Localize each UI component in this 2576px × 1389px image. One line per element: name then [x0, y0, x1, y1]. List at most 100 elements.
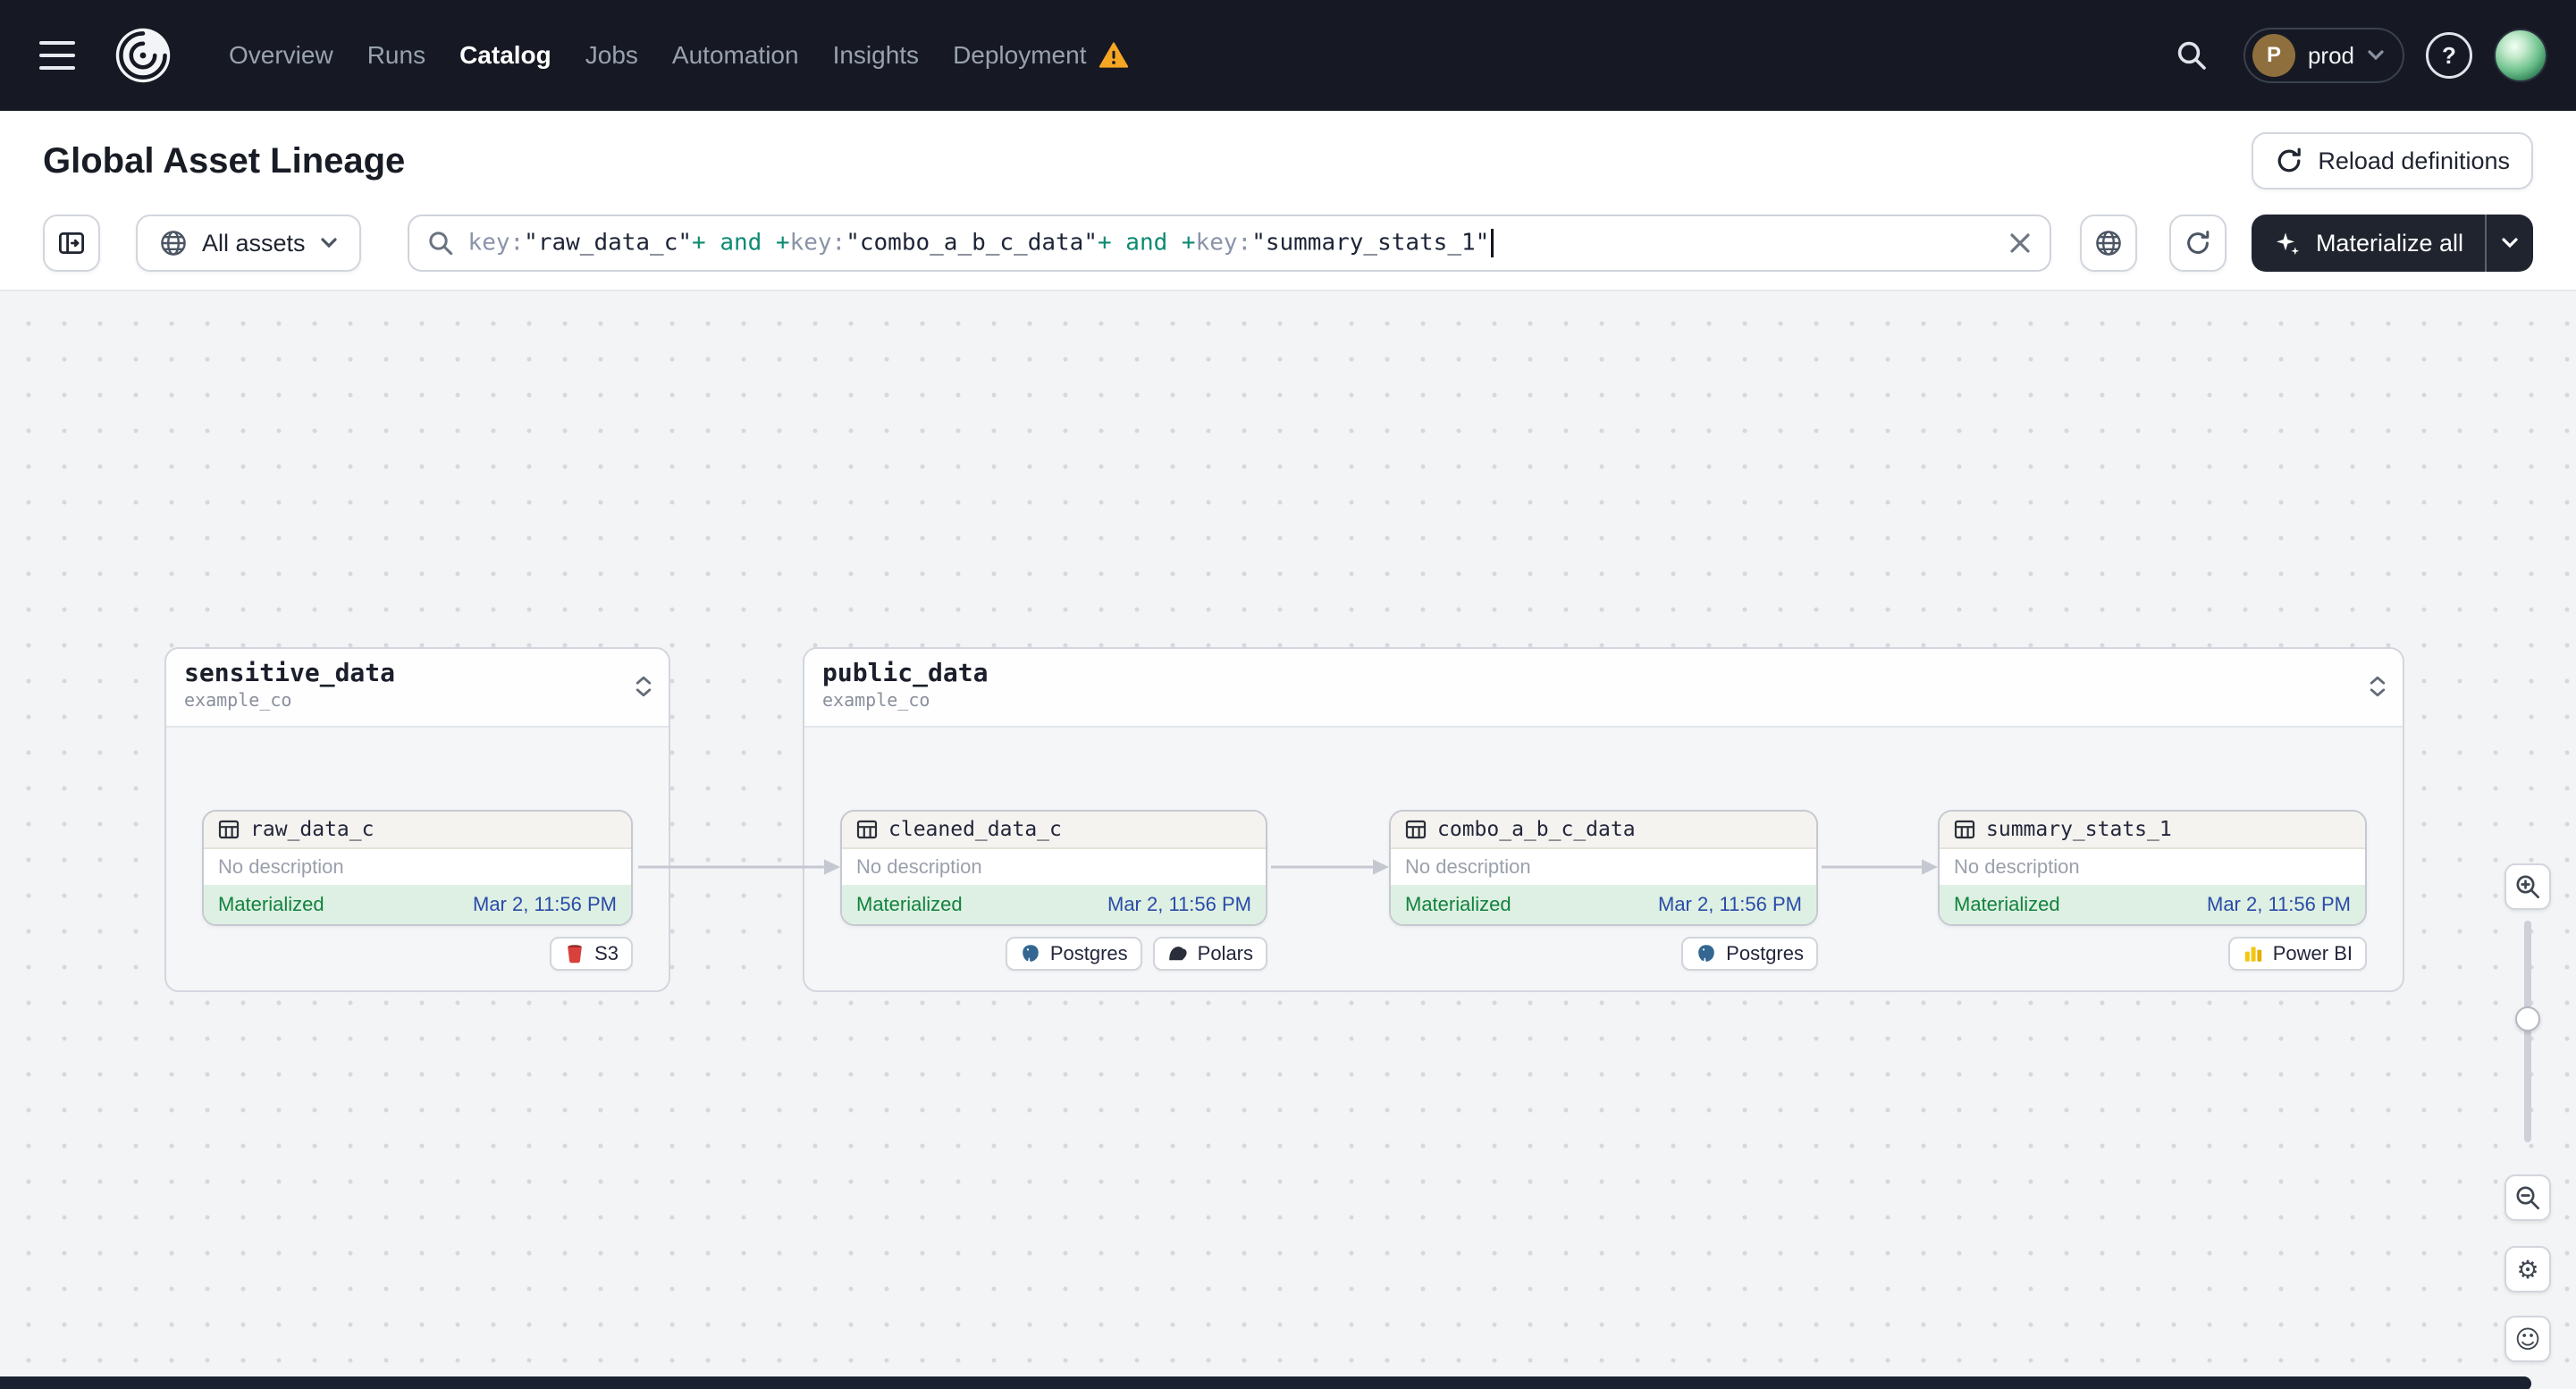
chevron-down-icon — [320, 238, 337, 248]
top-nav: Overview Runs Catalog Jobs Automation In… — [0, 0, 2576, 111]
kind-tag-polars[interactable]: Polars — [1152, 937, 1267, 971]
asset-name: raw_data_c — [250, 818, 375, 841]
table-icon — [1954, 820, 1975, 839]
lineage-canvas[interactable]: sensitive_data example_co public_data ex… — [0, 290, 2576, 1389]
nav-item-deployment[interactable]: Deployment — [953, 41, 1129, 70]
help-icon[interactable]: ? — [2426, 32, 2472, 79]
page-title: Global Asset Lineage — [43, 140, 406, 181]
menu-icon[interactable] — [29, 25, 89, 86]
group-title: sensitive_data — [184, 658, 396, 687]
chevron-down-icon — [2368, 50, 2384, 61]
zoom-in-button[interactable] — [2504, 863, 2551, 910]
nav-item-runs[interactable]: Runs — [367, 41, 425, 70]
table-icon — [218, 820, 240, 839]
zoom-in-icon — [2516, 875, 2539, 898]
zoom-slider-handle[interactable] — [2515, 1006, 2540, 1031]
status-badge: Materialized — [856, 893, 963, 915]
asset-selection-input[interactable]: key:"raw_data_c"+ and +key:"combo_a_b_c_… — [407, 215, 2051, 272]
group-title: public_data — [822, 658, 989, 687]
zoom-out-icon — [2516, 1186, 2539, 1209]
asset-tags: Power BI — [1938, 937, 2367, 971]
smiley-icon: ☺ — [2514, 1324, 2541, 1354]
asset-name: cleaned_data_c — [888, 818, 1062, 841]
kind-tag-s3[interactable]: S3 — [550, 937, 633, 971]
polars-icon — [1168, 947, 1187, 961]
graph-view-options-button[interactable] — [2079, 215, 2137, 272]
materialization-timestamp[interactable]: Mar 2, 11:56 PM — [1658, 893, 1802, 916]
open-panel-button[interactable] — [43, 215, 100, 272]
refresh-button[interactable] — [2168, 215, 2227, 272]
zoom-out-button[interactable] — [2504, 1174, 2551, 1221]
s3-icon — [568, 945, 582, 964]
deployment-name: prod — [2307, 41, 2354, 69]
gear-icon: ⚙ — [2516, 1254, 2539, 1284]
deployment-avatar: P — [2252, 34, 2295, 77]
materialization-timestamp[interactable]: Mar 2, 11:56 PM — [1107, 893, 1251, 916]
sidebar-toggle-icon — [59, 232, 85, 255]
status-badge: Materialized — [218, 893, 324, 915]
asset-description: No description — [856, 855, 982, 878]
powerbi-icon — [2244, 947, 2261, 962]
asset-description: No description — [1954, 855, 2080, 878]
collapse-group-icon[interactable] — [635, 672, 652, 705]
asset-filter-button[interactable]: All assets — [136, 215, 361, 272]
postgres-icon — [1023, 945, 1039, 962]
search-icon — [428, 232, 452, 256]
materialize-options-caret[interactable] — [2485, 215, 2533, 272]
warning-icon — [1099, 41, 1129, 70]
nav-item-overview[interactable]: Overview — [229, 41, 333, 70]
kind-tag-postgres[interactable]: Postgres — [1005, 937, 1142, 971]
asset-tags: Postgres — [1389, 937, 1818, 971]
asset-node-combo-a-b-c-data[interactable]: combo_a_b_c_data No description Material… — [1389, 810, 1818, 926]
page-header: Global Asset Lineage Reload definitions — [0, 111, 2576, 211]
nav-item-insights[interactable]: Insights — [833, 41, 920, 70]
nav-item-jobs[interactable]: Jobs — [585, 41, 638, 70]
user-avatar[interactable] — [2494, 29, 2547, 82]
dagster-logo-icon[interactable] — [111, 23, 175, 88]
text-cursor — [1491, 229, 1494, 257]
table-icon — [1405, 820, 1427, 839]
postgres-icon — [1698, 945, 1714, 962]
feedback-button[interactable]: ☺ — [2504, 1316, 2551, 1362]
asset-name: summary_stats_1 — [1986, 818, 2172, 841]
asset-name: combo_a_b_c_data — [1437, 818, 1636, 841]
asset-description: No description — [218, 855, 344, 878]
globe-icon — [2096, 231, 2121, 256]
nav-item-catalog[interactable]: Catalog — [459, 41, 551, 70]
group-header: sensitive_data example_co — [166, 649, 669, 728]
search-icon[interactable] — [2161, 25, 2222, 86]
sparkle-icon — [2276, 232, 2300, 256]
refresh-icon — [2187, 231, 2210, 254]
reload-definitions-button[interactable]: Reload definitions — [2252, 132, 2533, 189]
asset-selection-query: key:"raw_data_c"+ and +key:"combo_a_b_c_… — [468, 229, 1994, 257]
nav-links: Overview Runs Catalog Jobs Automation In… — [229, 41, 1129, 70]
zoom-slider-track[interactable] — [2524, 921, 2531, 1142]
asset-tags: S3 — [202, 937, 633, 971]
clear-query-icon[interactable] — [2008, 232, 2032, 255]
status-badge: Materialized — [1405, 893, 1511, 915]
group-repo: example_co — [184, 689, 292, 711]
group-repo: example_co — [822, 689, 930, 711]
nav-item-automation[interactable]: Automation — [672, 41, 799, 70]
graph-settings-button[interactable]: ⚙ — [2504, 1246, 2551, 1292]
status-badge: Materialized — [1954, 893, 2060, 915]
asset-description: No description — [1405, 855, 1531, 878]
asset-node-cleaned-data-c[interactable]: cleaned_data_c No description Materializ… — [840, 810, 1267, 926]
lineage-toolbar: All assets key:"raw_data_c"+ and +key:"c… — [0, 211, 2576, 290]
materialization-timestamp[interactable]: Mar 2, 11:56 PM — [473, 893, 617, 916]
asset-node-raw-data-c[interactable]: raw_data_c No description Materialized M… — [202, 810, 633, 926]
table-icon — [856, 820, 878, 839]
kind-tag-power-bi[interactable]: Power BI — [2227, 937, 2367, 971]
deployment-switcher[interactable]: P prod — [2243, 28, 2404, 83]
collapse-group-icon[interactable] — [2369, 672, 2387, 705]
asset-node-summary-stats-1[interactable]: summary_stats_1 No description Materiali… — [1938, 810, 2367, 926]
materialize-all-button[interactable]: Materialize all — [2251, 215, 2533, 272]
asset-tags: Postgres Polars — [840, 937, 1267, 971]
reload-icon — [2278, 147, 2302, 173]
globe-icon — [161, 231, 186, 256]
horizontal-scrollbar[interactable] — [0, 1376, 2531, 1389]
chevron-down-icon — [2502, 238, 2518, 248]
group-header: public_data example_co — [804, 649, 2403, 728]
materialization-timestamp[interactable]: Mar 2, 11:56 PM — [2207, 893, 2351, 916]
kind-tag-postgres[interactable]: Postgres — [1681, 937, 1818, 971]
